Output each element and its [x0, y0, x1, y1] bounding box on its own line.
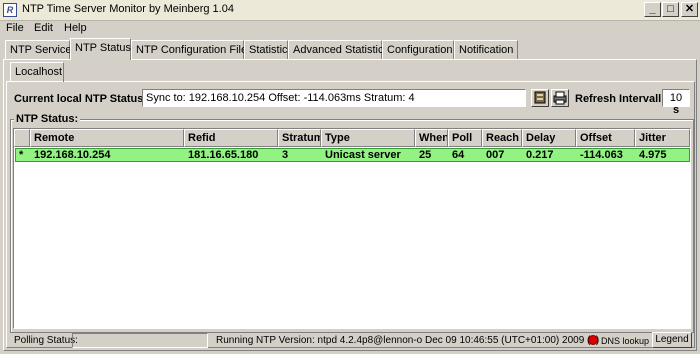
- polling-status-label: Polling Status:: [14, 335, 78, 346]
- minimize-button[interactable]: _: [644, 2, 661, 17]
- app-icon: R: [3, 3, 17, 17]
- current-status-field: Sync to: 192.168.10.254 Offset: -114.063…: [142, 89, 526, 107]
- column-header-refid[interactable]: Refid: [184, 129, 278, 147]
- menu-file[interactable]: File: [6, 22, 24, 34]
- menu-help[interactable]: Help: [64, 22, 87, 34]
- tab-configuration[interactable]: Configuration: [382, 40, 454, 59]
- column-header-poll[interactable]: Poll: [448, 129, 482, 147]
- polling-status-bar: [72, 333, 208, 348]
- tab-ntp-status[interactable]: NTP Status: [70, 38, 131, 60]
- tab-notification[interactable]: Notification: [454, 40, 518, 59]
- tab-statistic[interactable]: Statistic: [244, 40, 288, 59]
- tab-advanced-statistic[interactable]: Advanced Statistic: [288, 40, 384, 59]
- peer-list[interactable]: Remote Refid Stratum Type When Poll Reac…: [13, 128, 691, 329]
- ntp-status-group-label: NTP Status:: [14, 113, 81, 125]
- column-header-remote[interactable]: Remote: [30, 129, 184, 147]
- column-header-marker[interactable]: [14, 129, 30, 147]
- menu-edit[interactable]: Edit: [34, 22, 53, 34]
- column-header-when[interactable]: When: [415, 129, 448, 147]
- printer-icon: [553, 91, 567, 105]
- dns-lookup-label: DNS lookup: [601, 336, 650, 346]
- cell-delay: 0.217: [526, 149, 554, 161]
- current-status-label: Current local NTP Status:: [14, 93, 148, 105]
- column-header-jitter[interactable]: Jitter: [635, 129, 690, 147]
- close-button[interactable]: ✕: [681, 2, 698, 17]
- column-header-reach[interactable]: Reach: [482, 129, 522, 147]
- cell-refid: 181.16.65.180: [188, 149, 259, 161]
- tab-localhost[interactable]: Localhost: [10, 62, 64, 82]
- column-header-offset[interactable]: Offset: [576, 129, 635, 147]
- menu-bar: [0, 20, 700, 38]
- tab-ntp-service[interactable]: NTP Service: [5, 40, 72, 59]
- cell-stratum: 3: [282, 149, 289, 161]
- table-row[interactable]: * 192.168.10.254 181.16.65.180 3 Unicast…: [15, 148, 690, 162]
- cell-jitter: 4.975: [639, 149, 667, 161]
- cell-poll: 64: [452, 149, 465, 161]
- refresh-interval-label: Refresh Intervall:: [575, 93, 665, 105]
- server-icon-button[interactable]: [531, 89, 549, 107]
- refresh-interval-unit: s: [672, 104, 680, 116]
- legend-button[interactable]: Legend: [652, 332, 692, 348]
- cell-when: 25: [419, 149, 432, 161]
- cell-remote: 192.168.10.254: [34, 149, 111, 161]
- column-header-delay[interactable]: Delay: [522, 129, 576, 147]
- tab-ntp-configuration-file[interactable]: NTP Configuration File: [131, 40, 247, 59]
- refresh-interval-input[interactable]: 10 s: [662, 89, 690, 116]
- refresh-interval-value: 10: [669, 92, 683, 104]
- maximize-button[interactable]: □: [662, 2, 679, 17]
- server-icon: [534, 91, 546, 104]
- print-icon-button[interactable]: [551, 89, 569, 107]
- column-header-type[interactable]: Type: [321, 129, 415, 147]
- ntp-version-text: Running NTP Version: ntpd 4.2.4p8@lennon…: [216, 335, 600, 346]
- window-title: NTP Time Server Monitor by Meinberg 1.04: [22, 3, 234, 15]
- column-header-stratum[interactable]: Stratum: [278, 129, 321, 147]
- cell-reach: 007: [486, 149, 505, 161]
- dns-status-icon: [588, 335, 598, 345]
- cell-type: Unicast server: [325, 149, 401, 161]
- cell-offset: -114.063: [580, 149, 623, 161]
